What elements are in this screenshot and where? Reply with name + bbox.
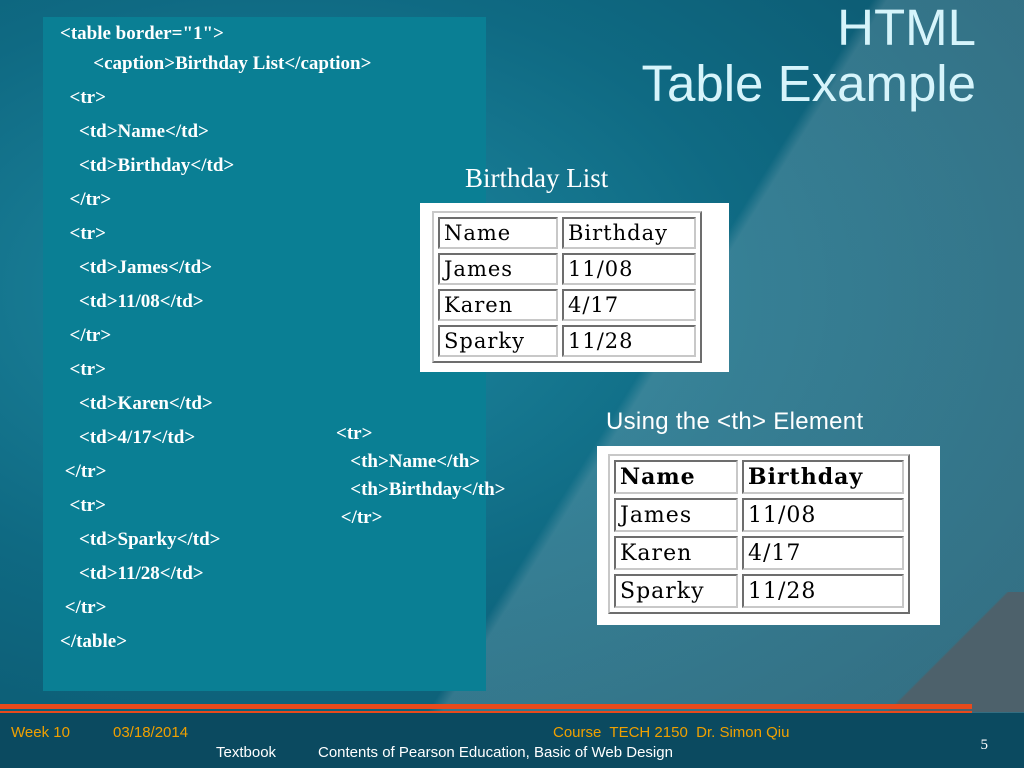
table-row: James 11/08 (614, 498, 904, 532)
code-line: <td>Sparky</td> (60, 529, 221, 550)
code-line: <caption>Birthday List</caption> (60, 53, 372, 74)
birthday-table: Name Birthday James 11/08 Karen 4/17 Spa… (432, 211, 702, 363)
footer-textbook-label: Textbook (216, 744, 277, 761)
table-cell: 11/08 (562, 253, 696, 285)
th-code-line: <th>Birthday</th> (336, 479, 506, 500)
code-line: <td>4/17</td> (60, 427, 196, 448)
page-number: 5 (980, 737, 989, 753)
code-line: </tr> (60, 597, 107, 618)
rendered-table-td: Name Birthday James 11/08 Karen 4/17 Spa… (420, 203, 729, 372)
code-line: <td>Birthday</td> (60, 155, 235, 176)
code-line: <table border="1"> (60, 23, 224, 44)
title-line-2: Table Example (641, 55, 976, 112)
table-cell: Name (438, 217, 558, 249)
table-cell: 4/17 (742, 536, 904, 570)
table-row: Sparky 11/28 (438, 325, 696, 357)
table-caption: Birthday List (465, 163, 609, 193)
th-code-line: <tr> (336, 423, 373, 444)
code-line: <td>James</td> (60, 257, 213, 278)
table-row: Karen 4/17 (438, 289, 696, 321)
table-cell: James (438, 253, 558, 285)
code-line: <td>Name</td> (60, 121, 209, 142)
code-line: </tr> (60, 189, 112, 210)
footer-date: 03/18/2014 (113, 724, 189, 741)
code-line: <tr> (60, 359, 106, 380)
table-cell: Karen (614, 536, 738, 570)
table-cell: 11/28 (742, 574, 904, 608)
code-line: <tr> (60, 495, 106, 516)
table-cell: James (614, 498, 738, 532)
table-row: Name Birthday (438, 217, 696, 249)
table-row: Sparky 11/28 (614, 574, 904, 608)
th-code-line: </tr> (336, 507, 383, 528)
code-line: </table> (60, 631, 128, 652)
table-row: James 11/08 (438, 253, 696, 285)
table-header-cell: Birthday (742, 460, 904, 494)
birthday-table-th: Name Birthday James 11/08 Karen 4/17 Spa… (608, 454, 910, 614)
table-header-row: Name Birthday (614, 460, 904, 494)
code-line: <td>11/08</td> (60, 291, 204, 312)
table-cell: 11/28 (562, 325, 696, 357)
table-cell: Sparky (614, 574, 738, 608)
table-header-cell: Name (614, 460, 738, 494)
title-line-1: HTML (837, 0, 976, 56)
code-line: <tr> (60, 223, 106, 244)
table-cell: Sparky (438, 325, 558, 357)
rendered-table-th: Name Birthday James 11/08 Karen 4/17 Spa… (597, 446, 940, 625)
th-code-line: <th>Name</th> (336, 451, 481, 472)
footer-textbook-value: Contents of Pearson Education, Basic of … (318, 744, 673, 761)
footer-week: Week 10 (11, 724, 70, 741)
table-row: Karen 4/17 (614, 536, 904, 570)
table-cell: 11/08 (742, 498, 904, 532)
footer-rule-thin (0, 711, 972, 713)
table-cell: Birthday (562, 217, 696, 249)
code-line: <td>Karen</td> (60, 393, 213, 414)
table-cell: 4/17 (562, 289, 696, 321)
footer-rule (0, 704, 972, 709)
code-line: <tr> (60, 87, 106, 108)
code-line: </tr> (60, 461, 107, 482)
code-line: </tr> (60, 325, 112, 346)
table-cell: Karen (438, 289, 558, 321)
th-example-label: Using the <th> Element (606, 408, 864, 435)
footer-course: Course TECH 2150 Dr. Simon Qiu (553, 724, 790, 741)
code-line: <td>11/28</td> (60, 563, 204, 584)
slide-title: HTML Table Example (641, 0, 976, 112)
